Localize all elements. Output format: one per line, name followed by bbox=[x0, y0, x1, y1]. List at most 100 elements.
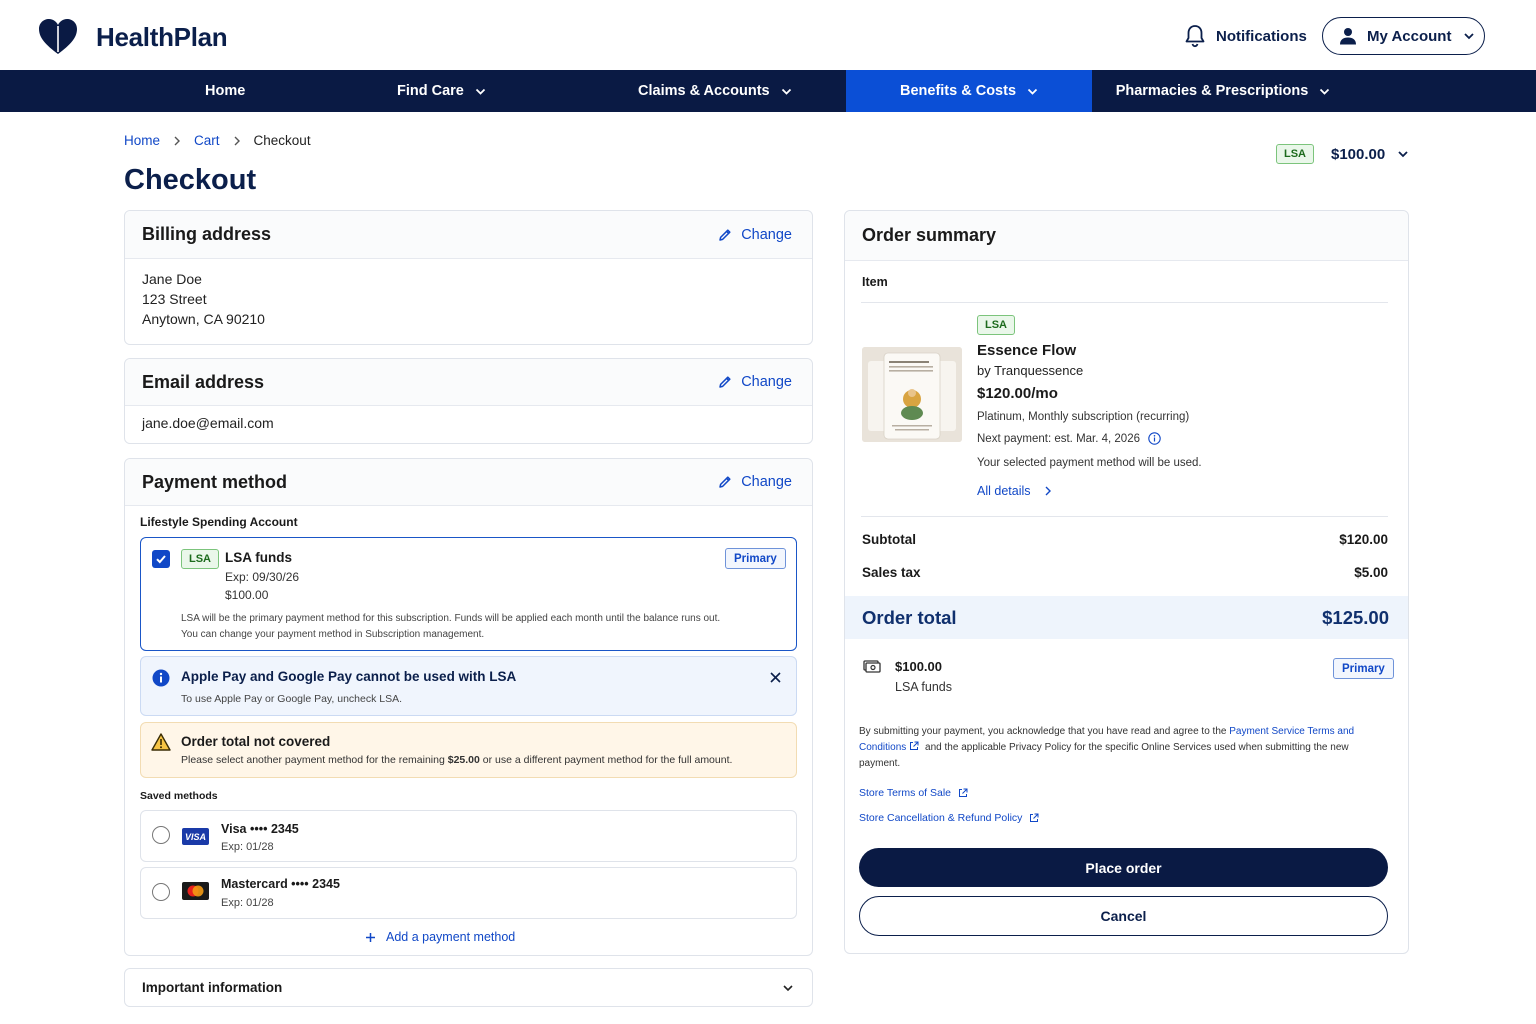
saved-method-name: Mastercard •••• 2345 bbox=[221, 877, 340, 891]
address-line: Jane Doe bbox=[142, 271, 202, 287]
applied-primary-badge: Primary bbox=[1333, 658, 1394, 679]
radio-button[interactable] bbox=[152, 883, 170, 901]
email-address-title: Email address bbox=[142, 371, 265, 392]
chevron-down-icon bbox=[1027, 88, 1038, 95]
info-icon[interactable] bbox=[1148, 432, 1161, 445]
card-header: Email address Change bbox=[125, 359, 812, 406]
nav-item-pharmacies-prescriptions[interactable]: Pharmacies & Prescriptions bbox=[1092, 70, 1354, 112]
chevron-down-icon bbox=[781, 88, 791, 95]
legal-text: By submitting your payment, you acknowle… bbox=[859, 724, 1390, 772]
billing-change-button[interactable]: Change bbox=[718, 227, 792, 243]
breadcrumb: Home Cart Checkout bbox=[124, 133, 311, 148]
check-icon bbox=[156, 555, 166, 564]
billing-address-card: Billing address Change Jane Doe 123 Stre… bbox=[124, 210, 813, 345]
email-change-button[interactable]: Change bbox=[718, 374, 792, 390]
sales-tax-value: $5.00 bbox=[1354, 565, 1388, 580]
external-link-icon bbox=[959, 788, 968, 797]
breadcrumb-home[interactable]: Home bbox=[124, 133, 160, 148]
order-total-value: $125.00 bbox=[1322, 607, 1389, 628]
notifications-button[interactable]: Notifications bbox=[1184, 24, 1307, 48]
item-lsa-badge: LSA bbox=[977, 315, 1015, 335]
warning-icon bbox=[151, 733, 171, 751]
nav-label: Home bbox=[205, 83, 246, 99]
important-information-accordion[interactable]: Important information bbox=[124, 968, 813, 1007]
item-plan: Platinum, Monthly subscription (recurrin… bbox=[977, 411, 1190, 423]
payment-method-title: Payment method bbox=[142, 471, 288, 492]
order-total-row: Order total $125.00 bbox=[845, 596, 1408, 639]
lsa-badge: LSA bbox=[181, 549, 219, 569]
subtotal-value: $120.00 bbox=[1339, 532, 1388, 547]
my-account-button[interactable]: My Account bbox=[1322, 17, 1485, 55]
close-icon[interactable] bbox=[769, 671, 782, 684]
item-name: Essence Flow bbox=[977, 342, 1077, 359]
store-terms-link[interactable]: Store Terms of Sale bbox=[859, 787, 968, 799]
saved-method-name: Visa •••• 2345 bbox=[221, 822, 299, 836]
cash-icon bbox=[863, 660, 881, 673]
mastercard-icon bbox=[182, 882, 209, 900]
order-summary-title: Order summary bbox=[862, 225, 997, 245]
address-line: 123 Street bbox=[142, 291, 207, 307]
logo[interactable]: HealthPlan bbox=[38, 18, 228, 56]
nav-label: Claims & Accounts bbox=[638, 83, 770, 99]
sales-tax-label: Sales tax bbox=[862, 565, 921, 580]
change-label: Change bbox=[741, 474, 792, 490]
legal-text-part: By submitting your payment, you acknowle… bbox=[859, 726, 1227, 737]
person-icon bbox=[1340, 28, 1356, 45]
divider bbox=[861, 302, 1388, 303]
lsa-section-label: Lifestyle Spending Account bbox=[140, 515, 298, 529]
radio-button[interactable] bbox=[152, 826, 170, 844]
nav-item-find-care[interactable]: Find Care bbox=[345, 70, 591, 112]
chevron-right-icon bbox=[233, 136, 241, 146]
nav-label: Find Care bbox=[397, 83, 464, 99]
lsa-funds-name: LSA funds bbox=[225, 550, 292, 565]
card-header: Order summary bbox=[845, 211, 1408, 261]
brand-name: HealthPlan bbox=[96, 21, 228, 52]
info-banner-text: To use Apple Pay or Google Pay, uncheck … bbox=[181, 693, 403, 705]
place-order-button[interactable]: Place order bbox=[859, 848, 1388, 887]
saved-method-mastercard[interactable]: Mastercard •••• 2345 Exp: 01/28 bbox=[140, 867, 797, 919]
warning-banner: Order total not covered Please select an… bbox=[140, 722, 797, 778]
email-value: jane.doe@email.com bbox=[142, 415, 274, 431]
add-payment-method-button[interactable]: Add a payment method bbox=[365, 930, 515, 944]
saved-method-expiry: Exp: 01/28 bbox=[221, 841, 274, 853]
lsa-note-line: You can change your payment method in Su… bbox=[181, 629, 485, 640]
all-details-link[interactable]: All details bbox=[977, 484, 1052, 498]
lsa-checkbox[interactable] bbox=[152, 550, 170, 568]
refund-policy-link[interactable]: Store Cancellation & Refund Policy bbox=[859, 812, 1039, 824]
cancel-button[interactable]: Cancel bbox=[859, 896, 1388, 936]
mastercard-logo-icon bbox=[187, 885, 204, 897]
plus-icon bbox=[366, 932, 375, 942]
page-title: Checkout bbox=[124, 164, 257, 196]
saved-method-expiry: Exp: 01/28 bbox=[221, 897, 274, 909]
external-link-icon bbox=[1030, 813, 1039, 822]
app-screenshot-thumbnail bbox=[862, 347, 962, 442]
warning-text-after: or use a different payment method for th… bbox=[482, 754, 733, 766]
subtotal-label: Subtotal bbox=[862, 532, 916, 547]
nav-item-claims-accounts[interactable]: Claims & Accounts bbox=[591, 70, 846, 112]
balance-dropdown[interactable]: LSA $100.00 bbox=[1276, 144, 1409, 164]
visa-logo-text: VISA bbox=[184, 831, 206, 842]
heart-logo-icon bbox=[39, 19, 77, 54]
payment-change-button[interactable]: Change bbox=[718, 474, 792, 490]
item-vendor: by Tranquessence bbox=[977, 363, 1084, 378]
chevron-down-icon bbox=[475, 88, 486, 95]
breadcrumb-cart[interactable]: Cart bbox=[194, 133, 220, 148]
change-label: Change bbox=[741, 374, 792, 390]
lsa-payment-option[interactable]: LSA LSA funds Exp: 09/30/26 $100.00 Prim… bbox=[140, 537, 797, 651]
saved-method-visa[interactable]: VISA Visa •••• 2345 Exp: 01/28 bbox=[140, 810, 797, 862]
product-image[interactable] bbox=[862, 347, 962, 442]
address-line: Anytown, CA 90210 bbox=[142, 311, 265, 327]
warning-banner-title: Order total not covered bbox=[181, 734, 331, 749]
chevron-right-icon bbox=[173, 136, 181, 146]
add-payment-label: Add a payment method bbox=[386, 930, 516, 944]
nav-item-benefits-costs[interactable]: Benefits & Costs bbox=[846, 70, 1092, 112]
nav-label: Benefits & Costs bbox=[899, 83, 1017, 99]
divider bbox=[861, 516, 1388, 517]
all-details-label: All details bbox=[977, 484, 1031, 498]
item-column-header: Item bbox=[862, 275, 888, 289]
nav-item-home[interactable]: Home bbox=[0, 70, 345, 112]
legal-text-part: and the applicable Privacy Policy for th… bbox=[859, 742, 1349, 769]
card-header: Payment method Change bbox=[125, 459, 812, 506]
email-address-card: Email address Change jane.doe@email.com bbox=[124, 358, 813, 444]
primary-badge: Primary bbox=[725, 548, 786, 569]
